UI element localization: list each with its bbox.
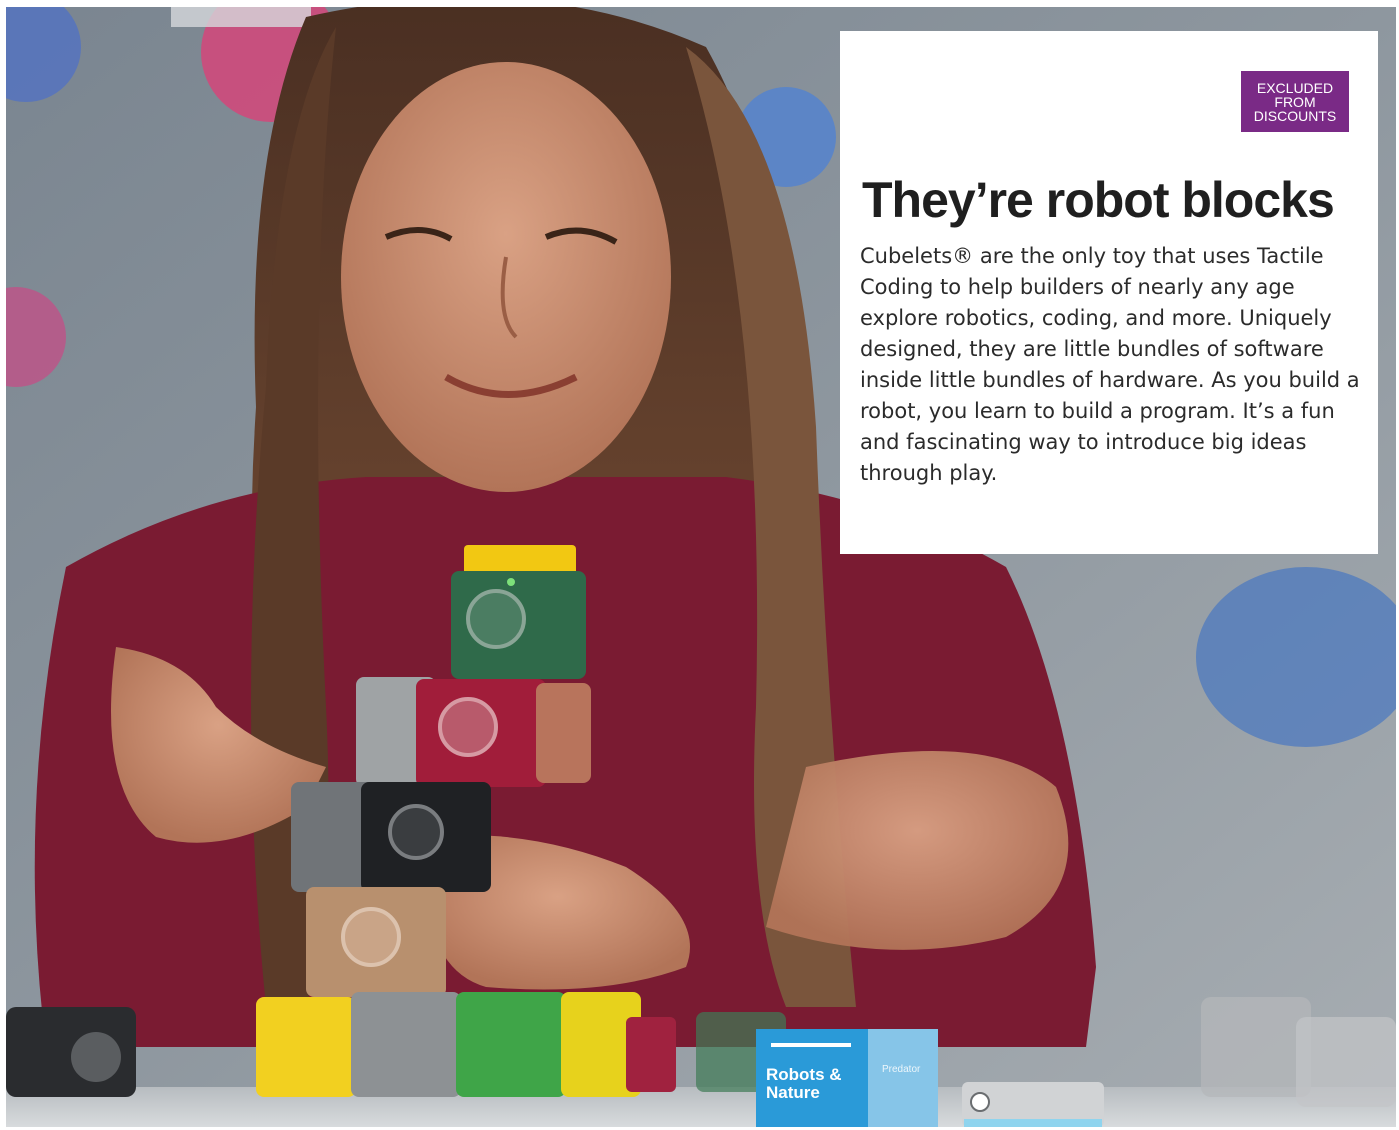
body-text: Cubelets® are the only toy that uses Tac… — [860, 244, 1360, 485]
product-box-title-line2: Nature — [766, 1083, 820, 1102]
badge-line-3: DISCOUNTS — [1253, 108, 1337, 124]
badge-line-2: FROM — [1274, 94, 1316, 110]
info-card: EXCLUDED FROM DISCOUNTS They’re robot bl… — [840, 31, 1378, 554]
headline: They’re robot blocks — [862, 172, 1335, 228]
badge-line-1: EXCLUDED — [1256, 80, 1334, 96]
excluded-badge: EXCLUDED FROM DISCOUNTS — [1241, 71, 1349, 132]
product-box-title-line1: Robots & — [766, 1065, 842, 1084]
product-box-title: Robots & Nature — [766, 1066, 842, 1102]
product-box-side-label: Predator — [882, 1064, 921, 1075]
